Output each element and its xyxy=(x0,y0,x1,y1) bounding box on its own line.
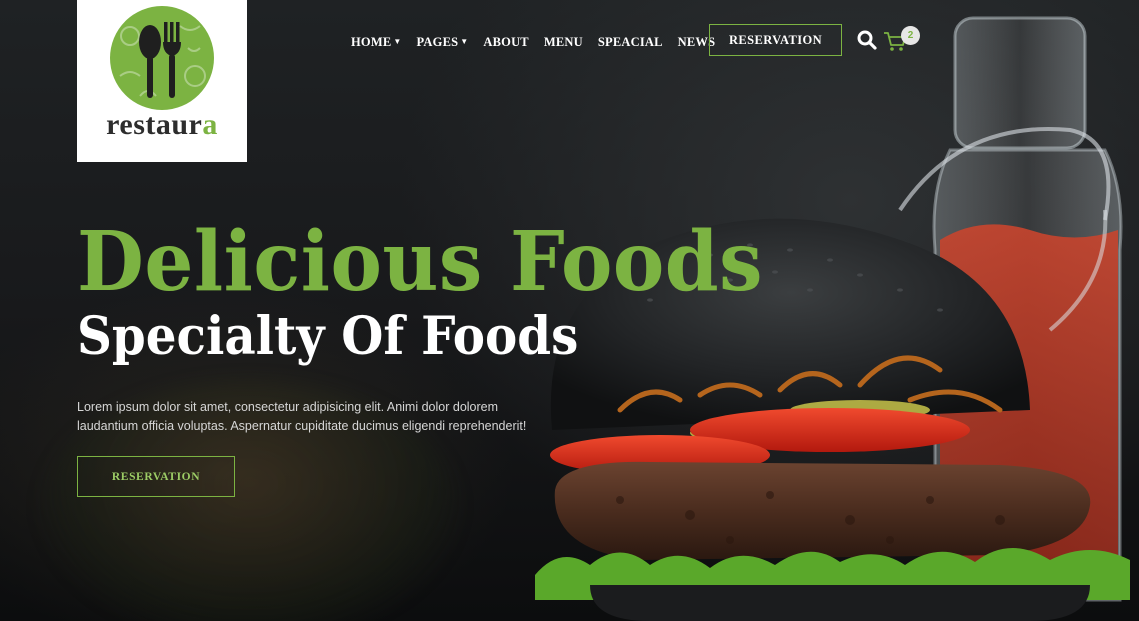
spoon-fork-icon xyxy=(119,22,206,98)
hero-subtitle: Specialty Of Foods xyxy=(77,306,579,367)
bottom-bun xyxy=(590,585,1090,621)
hero-reservation-button[interactable]: RESERVATION xyxy=(77,456,235,497)
hero-description: Lorem ipsum dolor sit amet, consectetur … xyxy=(77,398,547,436)
nav-reservation-button[interactable]: RESERVATION xyxy=(709,24,842,56)
chevron-down-icon: ▼ xyxy=(460,37,469,46)
logo[interactable]: restaura xyxy=(77,0,247,162)
cart-count-badge: 2 xyxy=(901,26,920,45)
burger-bottle-illustration xyxy=(535,16,1130,621)
hero-description-line: Lorem ipsum dolor sit amet, consectetur … xyxy=(77,400,499,414)
logo-emblem xyxy=(110,6,214,110)
main-nav: HOME ▼ PAGES ▼ ABOUT MENU SPEACIAL NEWS xyxy=(351,35,730,50)
hero-title: Delicious Foods xyxy=(77,214,764,310)
nav-item-about[interactable]: ABOUT xyxy=(483,35,528,50)
nav-item-menu[interactable]: MENU xyxy=(544,35,583,50)
nav-item-home[interactable]: HOME ▼ xyxy=(351,35,402,50)
hero-description-line: laudantium officia voluptas. Aspernatur … xyxy=(77,419,527,433)
nav-item-pages[interactable]: PAGES ▼ xyxy=(417,35,469,50)
beef-patty xyxy=(554,461,1091,560)
nav-item-speacial[interactable]: SPEACIAL xyxy=(598,35,663,50)
logo-text: restaura xyxy=(106,108,218,141)
search-icon[interactable] xyxy=(857,30,877,50)
chevron-down-icon: ▼ xyxy=(393,37,402,46)
